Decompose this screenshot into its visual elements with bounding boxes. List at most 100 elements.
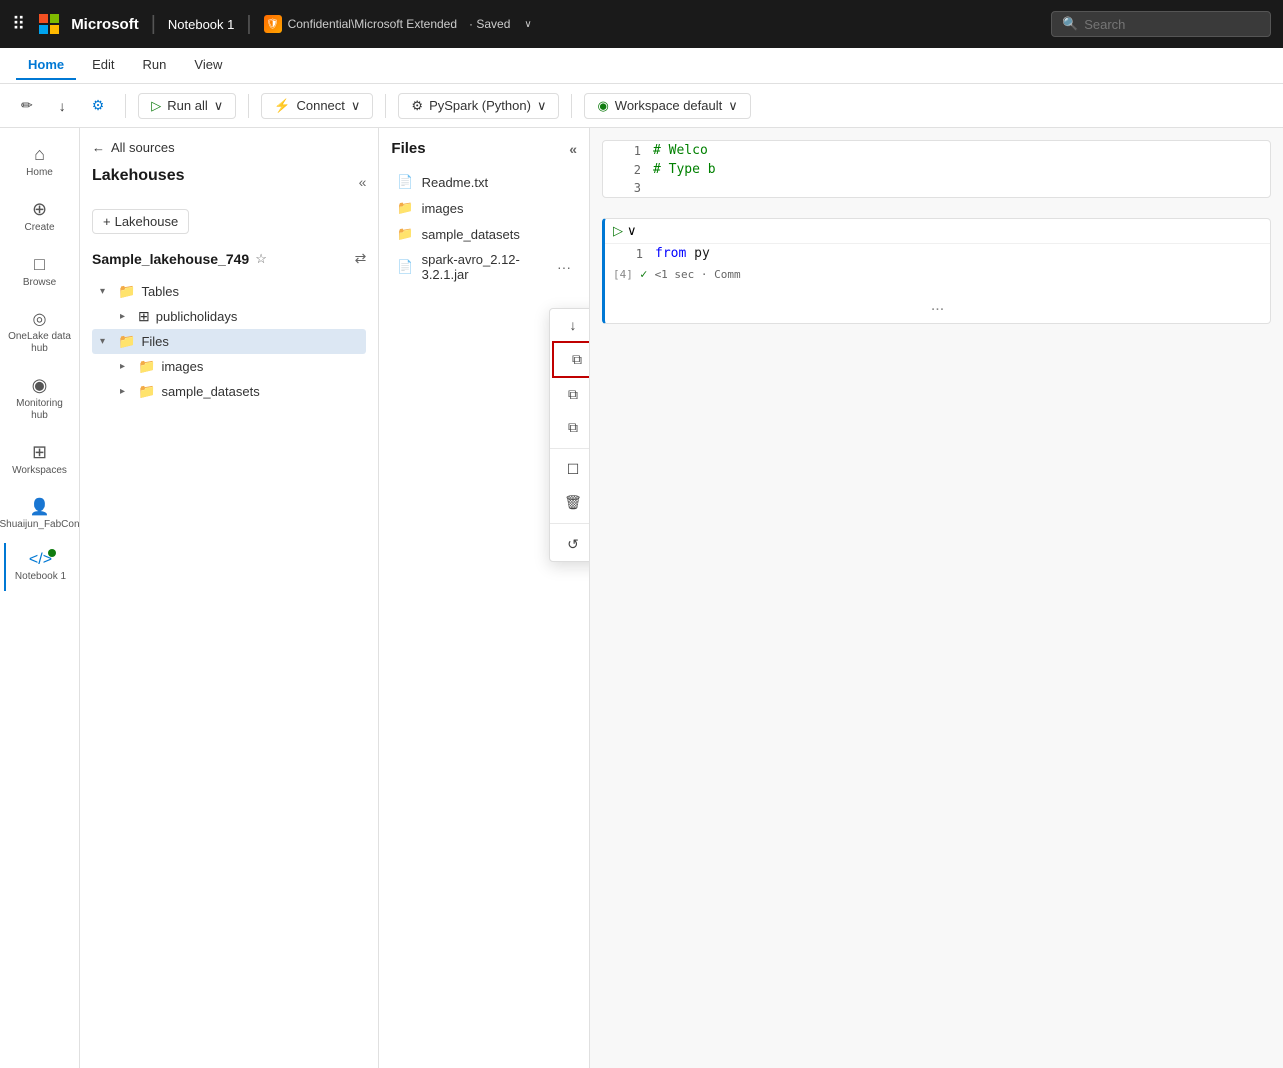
collapse-files-icon[interactable]: « — [569, 141, 577, 157]
file-item-sample-datasets[interactable]: 📁 sample_datasets — [391, 221, 577, 247]
main-layout: ⌂ Home ⊕ Create □ Browse ◎ OneLake data … — [0, 128, 1283, 1068]
publicholidays-label: publicholidays — [156, 309, 238, 324]
datasets-file-icon: 📁 — [397, 226, 413, 242]
home-icon: ⌂ — [34, 144, 45, 165]
file-item-images[interactable]: 📁 images — [391, 195, 577, 221]
panel-title: Lakehouses — [92, 167, 184, 185]
sidebar-item-monitoring[interactable]: ◉ Monitoring hub — [4, 367, 76, 430]
cell-num: [4] — [613, 268, 633, 281]
settings-button[interactable]: ⚙ — [83, 92, 114, 119]
sidebar-item-onelake[interactable]: ◎ OneLake data hub — [4, 301, 76, 363]
back-icon: ← — [92, 140, 105, 155]
tree-item-tables[interactable]: ▾ 📁 Tables — [92, 279, 366, 304]
toolbar-divider1 — [125, 94, 126, 118]
toolbar: ✏ ↓ ⚙ ▷ Run all ∨ ⚡ Connect ∨ ⚙ PySpark … — [0, 84, 1283, 128]
folder-icon: 📁 — [118, 283, 135, 300]
menu-view[interactable]: View — [182, 51, 234, 80]
menu-run[interactable]: Run — [131, 51, 179, 80]
connect-button[interactable]: ⚡ Connect ∨ — [261, 93, 373, 119]
user-icon: 👤 — [30, 497, 50, 517]
workspace-chevron-icon: ∨ — [728, 98, 738, 114]
play-icon: ▷ — [151, 98, 161, 114]
context-menu-refresh[interactable]: ↺ Refresh — [550, 528, 589, 561]
code-area-2: ▷ ∨ 1 from py [4] ✓ <1 sec · Comm ... — [602, 218, 1271, 324]
notebook-title[interactable]: Notebook 1 — [168, 17, 235, 32]
sidebar-item-home[interactable]: ⌂ Home — [4, 136, 76, 187]
tree-item-files[interactable]: ▾ 📁 Files — [92, 329, 366, 354]
sidebar-item-user[interactable]: 👤 Shuaijun_FabCon — [4, 489, 76, 539]
connect-label: Connect — [296, 98, 344, 113]
context-menu-rename[interactable]: ☐ Rename — [550, 453, 589, 486]
tables-label: Tables — [141, 284, 179, 299]
file-item-readme[interactable]: 📄 Readme.txt — [391, 169, 577, 195]
code-area-1: 1 # Welco 2 # Type b 3 — [602, 140, 1271, 198]
notebook-icon: </> — [29, 551, 52, 569]
add-lakehouse-button[interactable]: + Lakehouse — [92, 209, 189, 234]
plus-icon: + — [103, 214, 111, 229]
datasets-folder-icon: 📁 — [138, 383, 155, 400]
collapse-panel-icon[interactable]: « — [359, 174, 367, 190]
search-box[interactable]: 🔍 — [1051, 11, 1271, 37]
rename-icon: ☐ — [564, 461, 582, 478]
search-input[interactable] — [1084, 17, 1244, 32]
pyspark-button[interactable]: ⚙ PySpark (Python) ∨ — [398, 93, 559, 119]
saved-status: · Saved — [469, 17, 510, 31]
from-keyword: from — [655, 246, 686, 261]
refresh-icon: ↺ — [564, 536, 582, 553]
explorer-panel: ← All sources Lakehouses « + Lakehouse S… — [80, 128, 590, 1068]
connect-icon: ⚡ — [274, 98, 290, 114]
context-menu-copy-abfs[interactable]: ⧉ Copy ABFS path — [552, 341, 589, 378]
sidebar-label-browse: Browse — [23, 277, 56, 289]
line-num-cell2-1: 1 — [613, 247, 643, 261]
onelake-icon: ◎ — [33, 309, 47, 329]
cell-result: [4] ✓ <1 sec · Comm — [605, 263, 1270, 289]
context-menu-copy-relative[interactable]: ⧉ Copy relative path for Spark — [550, 378, 589, 411]
workspace-icon: ◉ — [597, 98, 608, 114]
pyspark-label: PySpark (Python) — [429, 98, 531, 113]
search-icon: 🔍 — [1062, 16, 1078, 32]
workspace-button[interactable]: ◉ Workspace default ∨ — [584, 93, 750, 119]
back-label: All sources — [111, 140, 175, 155]
menu-home[interactable]: Home — [16, 51, 76, 80]
sidebar-item-create[interactable]: ⊕ Create — [4, 191, 76, 242]
saved-chevron-icon[interactable]: ∨ — [524, 19, 531, 30]
confidential-label: Confidential\Microsoft Extended — [288, 17, 457, 31]
run-all-button[interactable]: ▷ Run all ∨ — [138, 93, 236, 119]
tree-item-images[interactable]: ▸ 📁 images — [112, 354, 366, 379]
run-all-label: Run all — [167, 98, 207, 113]
back-button[interactable]: ← All sources — [92, 140, 366, 155]
play-cell-icon[interactable]: ▷ — [613, 223, 623, 239]
microsoft-logo — [39, 14, 59, 34]
chevron-down-icon: ▾ — [100, 286, 112, 297]
copy-api-icon: ⧉ — [564, 419, 582, 436]
sidebar-item-browse[interactable]: □ Browse — [4, 246, 76, 297]
sidebar-item-workspaces[interactable]: ⊞ Workspaces — [4, 434, 76, 485]
edit-button[interactable]: ✏ — [12, 92, 42, 119]
file-more-icon[interactable]: ··· — [557, 259, 571, 275]
images-folder-icon: 📁 — [138, 358, 155, 375]
files-panel: Files « 📄 Readme.txt 📁 images 📁 sample_d… — [379, 128, 589, 1068]
pin-icon[interactable]: ☆ — [255, 251, 267, 267]
menu-bar: Home Edit Run View — [0, 48, 1283, 84]
code-line-3: 3 — [603, 179, 1270, 197]
sidebar-item-notebook[interactable]: </> Notebook 1 — [4, 543, 76, 591]
tree-item-publicholidays[interactable]: ▸ ⊞ publicholidays — [112, 304, 366, 329]
file-item-jar[interactable]: 📄 spark-avro_2.12-3.2.1.jar ··· — [391, 247, 577, 287]
create-icon: ⊕ — [32, 199, 47, 220]
confidential-badge: 🛡 Confidential\Microsoft Extended — [264, 15, 457, 33]
code-line-2: 2 # Type b — [603, 160, 1270, 179]
context-menu-load-data[interactable]: ↓ Load data › — [550, 309, 589, 341]
jar-file-icon: 📄 — [397, 259, 413, 275]
context-menu-delete[interactable]: 🗑 Delete — [550, 486, 589, 519]
readme-label: Readme.txt — [422, 175, 488, 190]
datasets-file-label: sample_datasets — [422, 227, 520, 242]
sidebar-label-onelake: OneLake data hub — [8, 331, 72, 355]
tree-item-sample-datasets[interactable]: ▸ 📁 sample_datasets — [112, 379, 366, 404]
cell-chevron-icon[interactable]: ∨ — [627, 223, 637, 239]
menu-edit[interactable]: Edit — [80, 51, 126, 80]
datasets-chevron-right-icon: ▸ — [120, 386, 132, 397]
sidebar-label-notebook: Notebook 1 — [15, 571, 66, 583]
download-button[interactable]: ↓ — [50, 93, 75, 119]
sync-icon[interactable]: ⇄ — [355, 250, 367, 267]
context-menu-copy-api[interactable]: ⧉ Copy File API path — [550, 411, 589, 444]
